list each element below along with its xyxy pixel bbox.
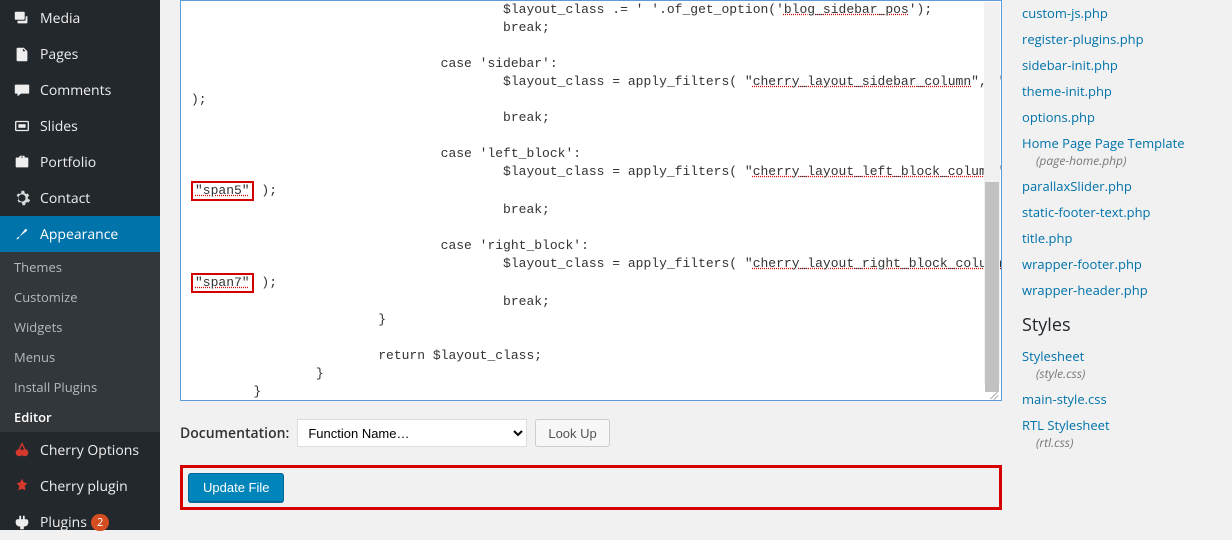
scrollbar-thumb[interactable]	[985, 182, 999, 392]
subnav-menus[interactable]: Menus	[0, 342, 160, 372]
nav-appearance-label: Appearance	[40, 225, 118, 244]
subnav-widgets[interactable]: Widgets	[0, 312, 160, 342]
comments-icon	[12, 80, 32, 100]
look-up-button[interactable]: Look Up	[535, 419, 609, 447]
code-editor-area[interactable]: $layout_class .= ' '.of_get_option('blog…	[180, 0, 1002, 401]
appearance-submenu: Themes Customize Widgets Menus Install P…	[0, 252, 160, 432]
editor-scrollbar[interactable]	[984, 2, 1000, 384]
brush-icon	[12, 224, 32, 244]
file-options[interactable]: options.php	[1022, 104, 1212, 130]
pages-icon	[12, 44, 32, 64]
file-parallax-slider[interactable]: parallaxSlider.php	[1022, 173, 1212, 199]
gear-icon	[12, 188, 32, 208]
cherry-icon	[12, 440, 32, 460]
file-wrapper-header[interactable]: wrapper-header.php	[1022, 277, 1212, 303]
styles-heading: Styles	[1022, 313, 1212, 337]
media-icon	[12, 8, 32, 28]
plugins-icon	[12, 512, 32, 532]
subnav-editor[interactable]: Editor	[0, 402, 160, 432]
nav-contact-label: Contact	[40, 189, 90, 208]
file-custom-js[interactable]: custom-js.php	[1022, 0, 1212, 26]
nav-contact[interactable]: Contact	[0, 180, 160, 216]
file-rtl-stylesheet[interactable]: RTL Stylesheet (rtl.css)	[1022, 412, 1212, 455]
file-sidebar-init[interactable]: sidebar-init.php	[1022, 52, 1212, 78]
nav-media[interactable]: Media	[0, 0, 160, 36]
nav-cherry-options[interactable]: Cherry Options	[0, 432, 160, 468]
nav-plugins[interactable]: Plugins 2	[0, 504, 160, 540]
plugins-count-badge: 2	[91, 514, 109, 531]
file-main-style[interactable]: main-style.css	[1022, 386, 1212, 412]
subnav-customize[interactable]: Customize	[0, 282, 160, 312]
nav-cherry-plugin-label: Cherry plugin	[40, 477, 128, 496]
subnav-install-plugins[interactable]: Install Plugins	[0, 372, 160, 402]
update-file-highlight: Update File	[180, 465, 1002, 510]
nav-portfolio-label: Portfolio	[40, 153, 96, 172]
slides-icon	[12, 116, 32, 136]
nav-pages-label: Pages	[40, 45, 78, 64]
subnav-themes[interactable]: Themes	[0, 252, 160, 282]
update-file-button[interactable]: Update File	[188, 473, 284, 502]
file-wrapper-footer[interactable]: wrapper-footer.php	[1022, 251, 1212, 277]
documentation-label: Documentation:	[180, 424, 289, 443]
nav-slides[interactable]: Slides	[0, 108, 160, 144]
nav-pages[interactable]: Pages	[0, 36, 160, 72]
nav-media-label: Media	[40, 9, 80, 28]
file-title[interactable]: title.php	[1022, 225, 1212, 251]
file-theme-init[interactable]: theme-init.php	[1022, 78, 1212, 104]
file-home-page-template[interactable]: Home Page Page Template (page-home.php)	[1022, 130, 1212, 173]
admin-sidebar: Media Pages Comments Slides Portfolio Co…	[0, 0, 160, 530]
file-register-plugins[interactable]: register-plugins.php	[1022, 26, 1212, 52]
nav-cherry-options-label: Cherry Options	[40, 441, 139, 460]
file-list-sidebar: custom-js.php register-plugins.php sideb…	[1022, 0, 1212, 510]
nav-appearance[interactable]: Appearance	[0, 216, 160, 252]
nav-slides-label: Slides	[40, 117, 78, 136]
function-name-select[interactable]: Function Name…	[297, 419, 527, 447]
nav-comments[interactable]: Comments	[0, 72, 160, 108]
resize-handle[interactable]	[985, 384, 1001, 400]
nav-comments-label: Comments	[40, 81, 111, 100]
portfolio-icon	[12, 152, 32, 172]
nav-cherry-plugin[interactable]: Cherry plugin	[0, 468, 160, 504]
file-stylesheet[interactable]: Stylesheet (style.css)	[1022, 343, 1212, 386]
file-static-footer-text[interactable]: static-footer-text.php	[1022, 199, 1212, 225]
nav-portfolio[interactable]: Portfolio	[0, 144, 160, 180]
nav-plugins-label: Plugins	[40, 513, 87, 532]
cherry-plugin-icon	[12, 476, 32, 496]
